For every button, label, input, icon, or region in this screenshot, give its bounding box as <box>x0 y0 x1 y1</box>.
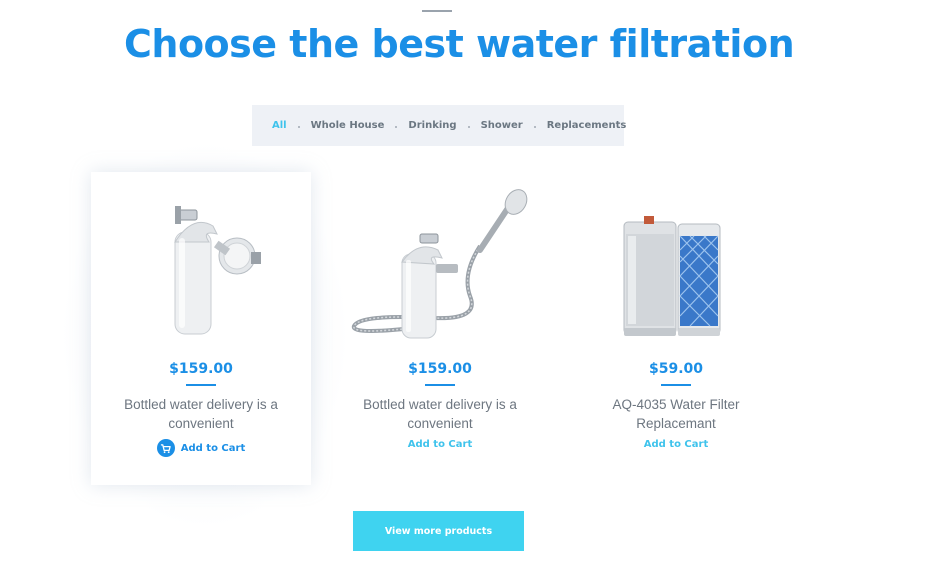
product-price: $159.00 <box>169 361 233 377</box>
product-card[interactable]: $59.00 AQ-4035 Water Filter Replacemant … <box>566 172 786 485</box>
filter-drinking[interactable]: Drinking <box>408 120 470 131</box>
product-description: Bottled water delivery is a convenient <box>124 397 278 431</box>
cart-icon <box>156 439 175 457</box>
product-card[interactable]: $159.00 Bottled water delivery is a conv… <box>330 172 550 485</box>
add-to-cart-button[interactable]: Add to Cart <box>330 439 550 450</box>
add-to-cart-label: Add to Cart <box>407 439 473 450</box>
view-more-products-button[interactable]: View more products <box>353 511 524 551</box>
add-to-cart-button[interactable]: Add to Cart <box>91 439 311 457</box>
add-to-cart-label: Add to Cart <box>180 442 246 454</box>
section-heading: Choose the best water filtration <box>124 22 795 66</box>
product-description: Bottled water delivery is a convenient <box>363 397 517 431</box>
top-divider <box>422 10 452 12</box>
filter-all[interactable]: All <box>272 120 299 131</box>
price-underline <box>186 384 216 386</box>
product-card[interactable]: $159.00 Bottled water delivery is a conv… <box>91 172 311 485</box>
add-to-cart-button[interactable]: Add to Cart <box>566 439 786 450</box>
filter-whole-house[interactable]: Whole House <box>311 120 398 131</box>
product-description: AQ-4035 Water Filter Replacemant <box>612 397 740 431</box>
filter-shower[interactable]: Shower <box>481 120 536 131</box>
handheld-shower-filter-image <box>351 189 528 339</box>
category-filter-bar: All Whole House Drinking Shower Replacem… <box>252 105 627 146</box>
price-underline <box>661 384 691 386</box>
filter-replacements[interactable]: Replacements <box>547 120 627 131</box>
price-underline <box>425 384 455 386</box>
product-price: $159.00 <box>408 361 472 377</box>
replacement-cartridges-image <box>623 216 721 336</box>
shower-head-filter-image <box>174 206 261 335</box>
add-to-cart-label: Add to Cart <box>643 439 709 450</box>
product-price: $59.00 <box>648 361 704 377</box>
